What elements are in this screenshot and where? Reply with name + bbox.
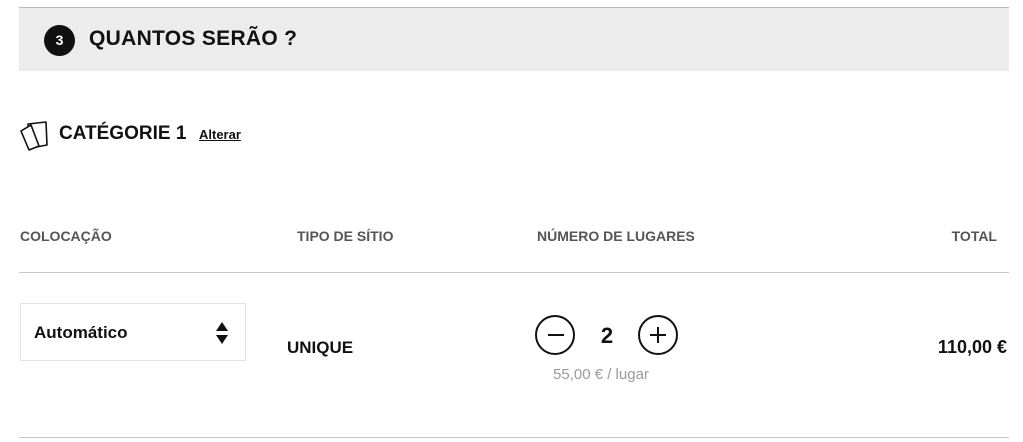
decrease-seats-button[interactable] [535, 315, 575, 355]
column-header-placement: COLOCAÇÃO [20, 228, 112, 244]
step-number-badge: 3 [44, 25, 75, 56]
table-divider [19, 272, 1009, 273]
plus-icon [650, 327, 666, 343]
minus-icon [548, 334, 564, 336]
step-title: QUANTOS SERÃO ? [89, 27, 298, 50]
bottom-divider [19, 437, 1009, 438]
ticket-icon [19, 119, 49, 151]
seat-count-value: 2 [600, 323, 614, 348]
category-label: CATÉGORIE 1 [59, 123, 187, 144]
placement-selected-value: Automático [34, 323, 128, 342]
seat-type-value: UNIQUE [287, 338, 354, 357]
row-total: 110,00 € [937, 337, 1007, 357]
select-arrows-icon [215, 321, 229, 345]
change-category-link[interactable]: Alterar [199, 127, 241, 142]
column-header-total: TOTAL [951, 228, 997, 244]
column-header-seat-type: TIPO DE SÍTIO [297, 228, 394, 244]
increase-seats-button[interactable] [638, 315, 678, 355]
column-header-seat-count: NÚMERO DE LUGARES [537, 228, 695, 244]
unit-price: 55,00 € / lugar [553, 366, 649, 383]
placement-select[interactable]: Automático [20, 303, 246, 361]
step-header: 3 QUANTOS SERÃO ? [19, 8, 1009, 71]
